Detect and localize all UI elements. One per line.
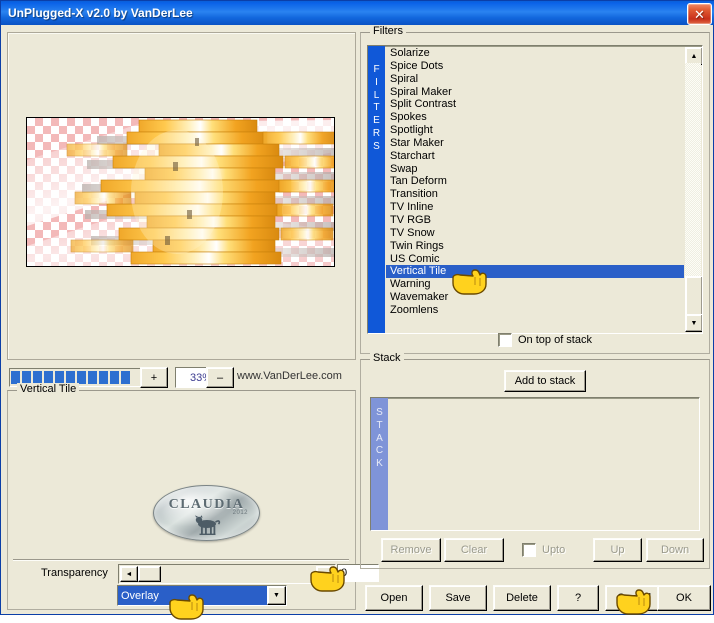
upto-checkbox[interactable] [522, 543, 536, 557]
remove-button[interactable]: Remove [381, 538, 441, 562]
slider-left-arrow-icon[interactable]: ◄ [120, 566, 138, 582]
filter-list-item[interactable]: Spiral [386, 73, 684, 86]
zoom-progress-block [110, 371, 119, 384]
website-label: www.VanDerLee.com [237, 370, 342, 382]
strip-letter: T [373, 102, 380, 114]
strip-letter: F [373, 64, 380, 75]
filter-list-item[interactable]: Zoomlens [386, 304, 684, 317]
slider-thumb[interactable] [138, 566, 161, 582]
blend-mode-dropdown[interactable]: Overlay ▼ [117, 585, 287, 606]
filter-list-item[interactable]: Spice Dots [386, 60, 684, 73]
filters-scrollbar[interactable]: ▲ ▼ [685, 47, 702, 332]
filter-preview-graphic [27, 119, 334, 266]
filter-list-item[interactable]: Tan Deform [386, 175, 684, 188]
blend-mode-value: Overlay [118, 586, 267, 605]
strip-letter: S [373, 140, 380, 152]
strip-letter: S [376, 407, 383, 418]
filters-vertical-strip: FILTERS [368, 46, 385, 333]
up-button[interactable]: Up [593, 538, 642, 562]
ok-button[interactable]: OK [657, 585, 711, 611]
filter-list-item[interactable]: Vertical Tile [386, 265, 684, 279]
scrollbar-thumb[interactable] [685, 276, 702, 316]
preview-image[interactable] [26, 117, 335, 267]
cancel-button[interactable]: Cancel [605, 585, 663, 611]
strip-letter: R [372, 127, 381, 139]
strip-letter: A [376, 432, 383, 444]
close-button[interactable]: ✕ [687, 3, 712, 25]
filter-list-item[interactable]: Solarize [386, 47, 684, 60]
strip-letter: E [373, 115, 380, 127]
on-top-of-stack-row[interactable]: On top of stack [498, 333, 592, 347]
filter-list-item[interactable]: Wavemaker [386, 291, 684, 304]
add-to-stack-button[interactable]: Add to stack [504, 370, 586, 392]
filter-list-item[interactable]: TV RGB [386, 214, 684, 227]
clear-button[interactable]: Clear [444, 538, 504, 562]
filter-list-item[interactable]: US Comic [386, 253, 684, 266]
strip-letter: C [375, 445, 384, 457]
zoom-progress-block [99, 371, 108, 384]
strip-letter: T [376, 419, 383, 431]
title-bar: UnPlugged-X v2.0 by VanDerLee ✕ [1, 1, 714, 25]
zoom-progress-block [88, 371, 97, 384]
transparency-label: Transparency [41, 567, 108, 579]
save-button[interactable]: Save [429, 585, 487, 611]
scroll-down-icon[interactable]: ▼ [685, 314, 702, 332]
watermark-year: 2012 [232, 510, 248, 516]
on-top-of-stack-checkbox[interactable] [498, 333, 512, 347]
filters-item-list[interactable]: Solarize Spice Dots Spiral Spiral Maker Spli… [386, 47, 684, 333]
filter-list-item[interactable]: Spiral Maker [386, 86, 684, 99]
filter-list-item[interactable]: Split Contrast [386, 98, 684, 111]
filter-list-item[interactable]: TV Snow [386, 227, 684, 240]
stack-group-label: Stack [370, 352, 404, 364]
upto-row[interactable]: Upto [522, 543, 565, 557]
vertical-tile-group-label: Vertical Tile [17, 383, 80, 395]
filters-group-label: Filters [370, 25, 406, 37]
on-top-of-stack-label: On top of stack [518, 334, 592, 346]
filter-list-item[interactable]: Twin Rings [386, 240, 684, 253]
strip-letter: L [373, 89, 380, 101]
filters-listbox[interactable]: FILTERS Solarize Spice Dots Spiral Spiral M… [367, 45, 703, 334]
zoom-in-button[interactable]: + [140, 367, 168, 388]
divider [13, 559, 349, 560]
application-window: UnPlugged-X v2.0 by VanDerLee ✕ + 33% – … [0, 0, 714, 620]
chevron-down-icon[interactable]: ▼ [267, 586, 286, 605]
delete-button[interactable]: Delete [493, 585, 551, 611]
scrollbar-track[interactable] [685, 63, 702, 316]
window-title: UnPlugged-X v2.0 by VanDerLee [8, 6, 193, 20]
close-icon: ✕ [694, 6, 705, 22]
stack-listbox[interactable]: STACK [370, 397, 700, 531]
dog-icon [194, 515, 220, 535]
open-button[interactable]: Open [365, 585, 423, 611]
transparency-slider[interactable]: ◄ ► [118, 564, 336, 584]
filter-list-item[interactable]: Starchart [386, 150, 684, 163]
zoom-progress-block [121, 371, 130, 384]
filter-list-item[interactable]: Star Maker [386, 137, 684, 150]
zoom-out-button[interactable]: – [206, 367, 234, 388]
filter-list-item[interactable]: Transition [386, 188, 684, 201]
stack-vertical-strip: STACK [371, 398, 388, 530]
filter-list-item[interactable]: Spotlight [386, 124, 684, 137]
down-button[interactable]: Down [646, 538, 704, 562]
strip-letter: K [376, 458, 383, 470]
filter-list-item[interactable]: Spokes [386, 111, 684, 124]
claudia-watermark: CLAUDIA 2012 [153, 485, 260, 541]
filter-list-item[interactable]: Swap [386, 163, 684, 176]
filter-list-item[interactable]: Warning [386, 278, 684, 291]
upto-label: Upto [542, 544, 566, 556]
strip-letter: I [375, 76, 378, 88]
slider-right-arrow-icon[interactable]: ► [316, 566, 334, 582]
filter-list-item[interactable]: TV Inline [386, 201, 684, 214]
help-button[interactable]: ? [557, 585, 599, 611]
